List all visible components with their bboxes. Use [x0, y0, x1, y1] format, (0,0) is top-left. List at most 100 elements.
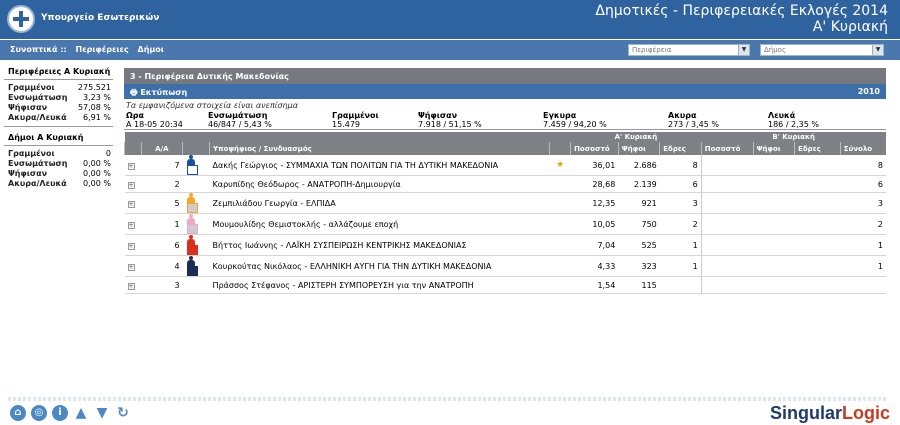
candidate-name[interactable]: Κουρκούτας Νικόλαος - ΕΛΛΗΝΙΚΗ ΑΥΓΗ ΓΙΑ … [209, 255, 550, 277]
divider [4, 145, 113, 146]
col-total[interactable]: Σύνολο [839, 142, 886, 155]
nav-summary-link[interactable]: Συνοπτικά :: [10, 45, 67, 54]
previous-year-link[interactable]: 2010 [858, 87, 880, 96]
person-icon [186, 214, 196, 224]
votes-b [753, 276, 795, 294]
expand-icon[interactable]: + [124, 213, 142, 235]
candidate-number: 1 [141, 213, 183, 235]
percent-b [700, 155, 754, 176]
expand-icon[interactable]: + [124, 234, 142, 256]
stats-value: 273 / 3,45 % [668, 120, 720, 129]
footer-toolbar: ⌂ ◎ i ▲ ▼ ↻ [10, 405, 131, 421]
expand-icon[interactable]: + [124, 175, 142, 193]
votes-b [753, 255, 795, 277]
col-aa[interactable]: Α/Α [140, 142, 183, 155]
coat-of-arms-logo[interactable] [7, 5, 35, 33]
person-icon [186, 193, 196, 203]
col-votes-b[interactable]: Ψήφοι [752, 142, 795, 155]
candidate-name[interactable]: Μουμουλίδης Θεμιστοκλής - αλλάζουμε εποχ… [209, 213, 550, 235]
arrow-down-icon[interactable]: ▼ [94, 405, 110, 421]
votes-a: 323 [618, 255, 660, 277]
percent-a: 1,54 [570, 276, 619, 294]
col-seats-a[interactable]: Εδρες [659, 142, 702, 155]
election-title: Δημοτικές - Περιφερειακές Εκλογές 2014 Α… [595, 3, 888, 35]
candidate-name[interactable]: Ζεμπιλιάδου Γεωργία - ΕΛΠΙΔΑ [209, 192, 550, 214]
stats-header: Εγκυρα [543, 111, 577, 120]
arrow-up-icon[interactable]: ▲ [73, 405, 89, 421]
candidate-name[interactable]: Καρυπίδης Θεόδωρος - ΑΝΑΤΡΟΠΗ-Δημιουργία [209, 175, 550, 193]
candidate-name[interactable]: Δακής Γεώργιος - ΣΥΜΜΑΧΙΑ ΤΩΝ ΠΟΛΙΤΩΝ ΓΙ… [209, 155, 550, 176]
municipality-select[interactable]: Δήμος ▼ [760, 44, 884, 56]
party-color-swatch [186, 165, 198, 175]
col-candidate[interactable]: Υποψήφιος / Συνδυασμός [209, 142, 550, 155]
candidate-name[interactable]: Πράσσος Στέφανος - ΑΡΙΣΤΕΡΗ ΣΥΜΠΟΡΕΥΣΗ γ… [209, 276, 550, 294]
col-votes-a[interactable]: Ψήφοι [617, 142, 660, 155]
nav-regions-link[interactable]: Περιφέρειες [76, 45, 129, 54]
table-row[interactable]: +5 Ζεμπιλιάδου Γεωργία - ΕΛΠΙΔΑ 12,35 921 3 3 [124, 192, 886, 214]
divider [4, 126, 113, 127]
table-row[interactable]: +1 Μουμουλίδης Θεμιστοκλής - αλλάζουμε επ… [124, 213, 886, 235]
stats-header: Γραμμένοι [332, 111, 379, 120]
print-bar: 🖶 Εκτύπωση 2010 [124, 84, 886, 99]
party-color-swatch [186, 245, 198, 255]
municipality-select-value: Δήμος [764, 46, 787, 54]
print-icon[interactable]: 🖶 [130, 88, 140, 97]
total-seats: 3 [840, 192, 886, 214]
stats-header: Λευκά [768, 111, 796, 120]
votes-a: 525 [618, 234, 660, 256]
col-percent-a[interactable]: Ποσοστό [570, 142, 619, 155]
turnout-stats: Ωρα Ενσωμάτωση Γραμμένοι Ψήφισαν Εγκυρα … [124, 111, 886, 130]
summary-row: Ενσωμάτωση 3,23 % [8, 93, 111, 102]
refresh-icon[interactable]: ↻ [115, 405, 131, 421]
table-row[interactable]: +6 Βήττος Ιωάννης - ΛΑΪΚΗ ΣΥΣΠΕΙΡΩΣΗ ΚΕΝΤ… [124, 234, 886, 256]
seats-a: 1 [659, 234, 702, 256]
expand-icon[interactable]: + [124, 255, 142, 277]
expand-icon[interactable]: + [124, 192, 142, 214]
home-icon[interactable]: ⌂ [10, 405, 26, 421]
unofficial-note: Τα εμφανιζόμενα στοιχεία είναι ανεπίσημα [126, 101, 298, 110]
percent-a: 4,33 [570, 255, 619, 277]
seats-a: 1 [659, 255, 702, 277]
party-icon [182, 255, 210, 277]
results-table: Α' Κυριακή Β' Κυριακή Α/Α Υποψήφιος / Συ… [124, 132, 886, 294]
party-icon [182, 276, 210, 294]
party-icon [182, 192, 210, 214]
seats-b [794, 192, 841, 214]
globe-icon[interactable]: ◎ [31, 405, 47, 421]
nav-bar: Συνοπτικά :: Περιφέρειες Δήμοι Περιφέρει… [0, 40, 900, 60]
percent-b [700, 276, 754, 294]
candidate-name[interactable]: Βήττος Ιωάννης - ΛΑΪΚΗ ΣΥΣΠΕΙΡΩΣΗ ΚΕΝΤΡΙ… [209, 234, 550, 256]
party-color-swatch [186, 224, 198, 234]
col-percent-b[interactable]: Ποσοστό [700, 142, 754, 155]
seats-a: 3 [659, 192, 702, 214]
party-color-swatch [186, 203, 198, 213]
percent-a: 7,04 [570, 234, 619, 256]
table-row[interactable]: +7 Δακής Γεώργιος - ΣΥΜΜΑΧΙΑ ΤΩΝ ΠΟΛΙΤΩΝ … [124, 155, 886, 176]
expand-icon[interactable]: + [124, 155, 142, 176]
votes-b [753, 234, 795, 256]
nav-municipalities-link[interactable]: Δήμοι [138, 45, 164, 54]
expand-icon[interactable]: + [124, 276, 142, 294]
votes-a: 2.139 [618, 175, 660, 193]
col-seats-b[interactable]: Εδρες [794, 142, 841, 155]
total-seats: 1 [840, 255, 886, 277]
votes-b [753, 213, 795, 235]
candidate-number: 7 [141, 155, 183, 176]
percent-a: 12,35 [570, 192, 619, 214]
stats-value: 7.918 / 51,15 % [418, 120, 482, 129]
votes-b [753, 155, 795, 176]
summary-row: Ψήφισαν 57,08 % [8, 103, 111, 112]
seats-b [794, 234, 841, 256]
ministry-name[interactable]: Υπουργείο Εσωτερικών [41, 13, 159, 23]
party-color-swatch [186, 266, 198, 276]
votes-a: 115 [618, 276, 660, 294]
candidate-number: 6 [141, 234, 183, 256]
table-row[interactable]: +3 Πράσσος Στέφανος - ΑΡΙΣΤΕΡΗ ΣΥΜΠΟΡΕΥΣΗ… [124, 276, 886, 294]
summary-sidebar: Περιφέρειες Α Κυριακή Γραμμένοι 275.521 Ε… [0, 62, 117, 189]
region-select[interactable]: Περιφέρεια ▼ [628, 44, 750, 56]
print-link[interactable]: Εκτύπωση [140, 88, 187, 97]
candidate-number: 3 [141, 276, 183, 294]
table-row[interactable]: +4 Κουρκούτας Νικόλαος - ΕΛΛΗΝΙΚΗ ΑΥΓΗ ΓΙ… [124, 255, 886, 277]
table-row[interactable]: +2 Καρυπίδης Θεόδωρος - ΑΝΑΤΡΟΠΗ-Δημιουργ… [124, 175, 886, 193]
info-icon[interactable]: i [52, 405, 68, 421]
